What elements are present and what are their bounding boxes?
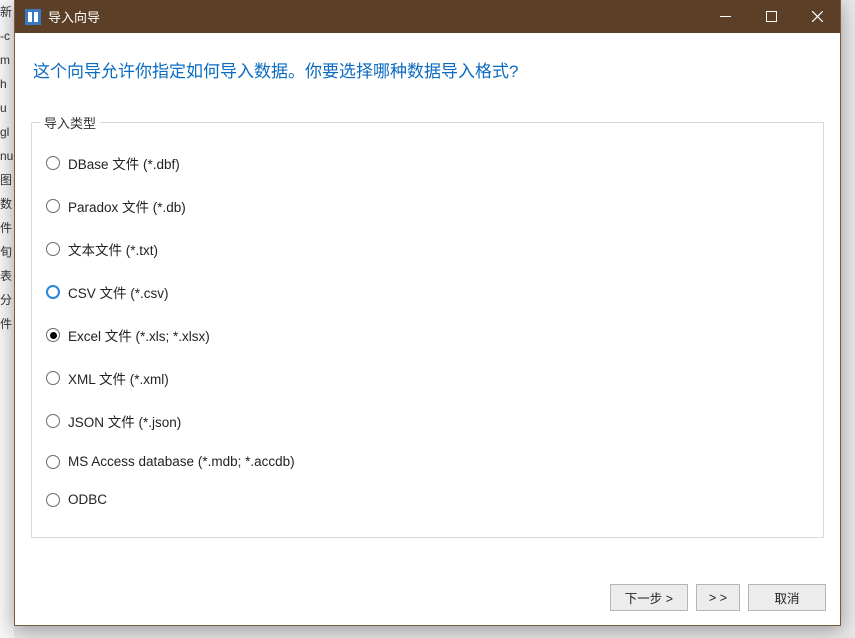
cancel-button[interactable]: 取消 <box>748 584 826 611</box>
maximize-icon <box>766 11 777 22</box>
background-fragment: 图 <box>0 168 14 192</box>
background-fragment: gl <box>0 120 14 144</box>
maximize-button[interactable] <box>748 0 794 33</box>
radio-label: Paradox 文件 (*.db) <box>68 196 186 216</box>
radio-option[interactable]: MS Access database (*.mdb; *.accdb) <box>46 444 809 479</box>
background-fragment: 新 <box>0 0 14 24</box>
background-fragment: u <box>0 96 14 120</box>
fieldset-legend: 导入类型 <box>40 113 100 132</box>
radio-option[interactable]: CSV 文件 (*.csv) <box>46 272 809 312</box>
radio-indicator[interactable] <box>46 493 60 507</box>
radio-indicator[interactable] <box>46 156 60 170</box>
close-icon <box>812 11 823 22</box>
radio-option[interactable]: DBase 文件 (*.dbf) <box>46 143 809 183</box>
radio-indicator[interactable] <box>46 285 60 299</box>
radio-option[interactable]: JSON 文件 (*.json) <box>46 401 809 441</box>
wizard-heading: 这个向导允许你指定如何导入数据。你要选择哪种数据导入格式? <box>33 57 822 82</box>
close-button[interactable] <box>794 0 840 33</box>
background-fragment: 分 <box>0 288 14 312</box>
import-wizard-dialog: 导入向导 这个向导允许你指定如何导入数据。你要选择哪种数据导入格式? 导入类型 … <box>14 0 841 626</box>
radio-label: ODBC <box>68 492 107 507</box>
radio-indicator[interactable] <box>46 414 60 428</box>
radio-label: 文本文件 (*.txt) <box>68 239 158 259</box>
background-fragment: h <box>0 72 14 96</box>
background-fragment: nu <box>0 144 14 168</box>
background-fragment: 件 <box>0 312 14 336</box>
radio-label: XML 文件 (*.xml) <box>68 368 169 388</box>
radio-option[interactable]: 文本文件 (*.txt) <box>46 229 809 269</box>
radio-indicator[interactable] <box>46 199 60 213</box>
radio-indicator[interactable] <box>46 242 60 256</box>
minimize-button[interactable] <box>702 0 748 33</box>
next-button[interactable]: 下一步 > <box>610 584 688 611</box>
background-fragment: 表 <box>0 264 14 288</box>
background-fragment: 旬 <box>0 240 14 264</box>
skip-forward-button[interactable]: > > <box>696 584 740 611</box>
background-text-sliver: 新-cmhuglnu图数件旬表分件 <box>0 0 14 638</box>
radio-indicator[interactable] <box>46 371 60 385</box>
window-title: 导入向导 <box>48 7 100 26</box>
background-fragment: m <box>0 48 14 72</box>
background-fragment: -c <box>0 24 14 48</box>
radio-indicator[interactable] <box>46 328 60 342</box>
radio-label: MS Access database (*.mdb; *.accdb) <box>68 454 295 469</box>
app-icon <box>25 9 41 25</box>
radio-label: Excel 文件 (*.xls; *.xlsx) <box>68 325 210 345</box>
title-bar: 导入向导 <box>15 0 840 33</box>
radio-option[interactable]: Paradox 文件 (*.db) <box>46 186 809 226</box>
dialog-content: 这个向导允许你指定如何导入数据。你要选择哪种数据导入格式? 导入类型 DBase… <box>15 33 840 574</box>
dialog-footer: 下一步 > > > 取消 <box>15 574 840 625</box>
import-type-fieldset: 导入类型 DBase 文件 (*.dbf)Paradox 文件 (*.db)文本… <box>31 122 824 538</box>
radio-indicator[interactable] <box>46 455 60 469</box>
radio-label: JSON 文件 (*.json) <box>68 411 181 431</box>
radio-option[interactable]: XML 文件 (*.xml) <box>46 358 809 398</box>
radio-label: DBase 文件 (*.dbf) <box>68 153 180 173</box>
radio-label: CSV 文件 (*.csv) <box>68 282 169 302</box>
radio-option[interactable]: ODBC <box>46 482 809 517</box>
background-fragment: 件 <box>0 216 14 240</box>
background-fragment: 数 <box>0 192 14 216</box>
radio-option[interactable]: Excel 文件 (*.xls; *.xlsx) <box>46 315 809 355</box>
minimize-icon <box>720 11 731 22</box>
